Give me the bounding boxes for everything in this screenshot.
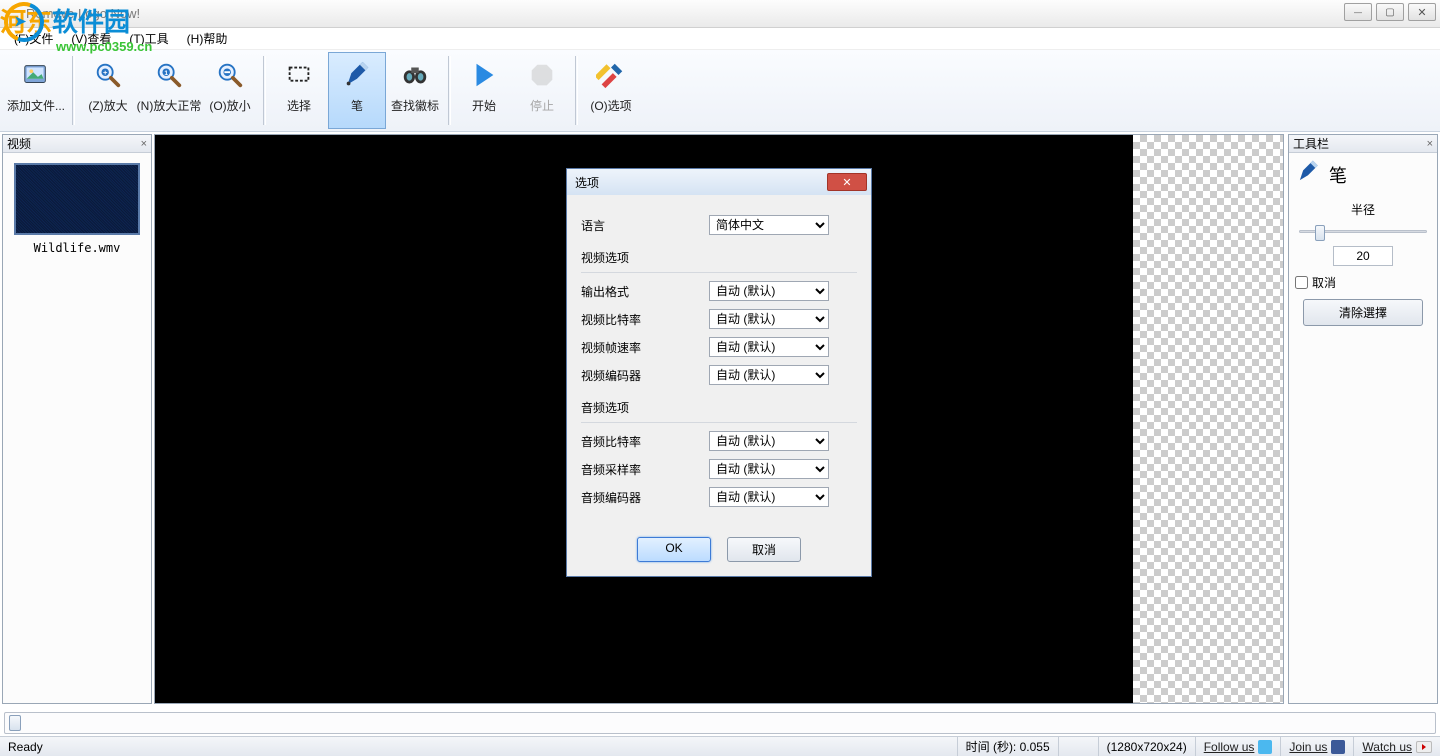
- video-bitrate-select[interactable]: 自动 (默认): [709, 309, 829, 329]
- menu-help[interactable]: (H)帮助: [181, 28, 234, 49]
- cancel-checkbox[interactable]: [1295, 276, 1308, 289]
- options-dialog: 选项 ✕ 语言 简体中文 视频选项 输出格式自动 (默认) 视频比特率自动 (默…: [566, 168, 872, 577]
- tool-panel: 工具栏 × 笔 半径 取消 清除選擇: [1288, 134, 1438, 704]
- timeline-slider[interactable]: [4, 712, 1436, 734]
- menu-view[interactable]: (V)查看: [65, 28, 117, 49]
- tool-panel-title: 工具栏: [1293, 135, 1329, 152]
- video-panel: 视频 × Wildlife.wmv: [2, 134, 152, 704]
- start-button[interactable]: 开始: [455, 52, 513, 129]
- video-panel-title: 视频: [7, 135, 31, 152]
- title-bar: Remove Logo Now!: [0, 0, 1440, 28]
- transparency-checker: [1133, 135, 1283, 703]
- video-encoder-select[interactable]: 自动 (默认): [709, 365, 829, 385]
- dialog-ok-button[interactable]: OK: [637, 537, 711, 562]
- svg-text:+: +: [103, 68, 108, 77]
- audio-bitrate-label: 音频比特率: [581, 433, 709, 450]
- select-icon: [283, 59, 315, 91]
- binoculars-icon: [399, 59, 431, 91]
- audio-samplerate-label: 音频采样率: [581, 461, 709, 478]
- zoom-out-icon: [214, 59, 246, 91]
- status-bar: Ready 时间 (秒): 0.055 (1280x720x24) Follow…: [0, 736, 1440, 756]
- youtube-icon[interactable]: [1416, 741, 1432, 753]
- tools-icon: [595, 59, 627, 91]
- video-filename: Wildlife.wmv: [9, 241, 145, 255]
- find-logo-button[interactable]: 查找徽标: [386, 52, 444, 129]
- select-tool-button[interactable]: 选择: [270, 52, 328, 129]
- tool-panel-close[interactable]: ×: [1427, 138, 1433, 150]
- video-framerate-select[interactable]: 自动 (默认): [709, 337, 829, 357]
- zoom-in-button[interactable]: + (Z)放大: [79, 52, 137, 129]
- dialog-close-button[interactable]: ✕: [827, 173, 867, 191]
- options-button[interactable]: (O)选项: [582, 52, 640, 129]
- output-format-select[interactable]: 自动 (默认): [709, 281, 829, 301]
- cancel-checkbox-row[interactable]: 取消: [1295, 274, 1431, 291]
- minimize-button[interactable]: [1344, 3, 1372, 21]
- menu-tools[interactable]: (T)工具: [123, 28, 174, 49]
- menu-bar: (F)文件 (V)查看 (T)工具 (H)帮助: [0, 28, 1440, 50]
- add-files-button[interactable]: 添加文件...: [4, 52, 68, 129]
- twitter-icon[interactable]: [1258, 740, 1272, 754]
- zoom-in-icon: +: [92, 59, 124, 91]
- video-section-header: 视频选项: [581, 249, 857, 266]
- dialog-title: 选项: [575, 174, 599, 191]
- window-title: Remove Logo Now!: [26, 6, 140, 21]
- svg-text:1: 1: [164, 70, 168, 77]
- language-label: 语言: [581, 217, 709, 234]
- pen-icon: [1295, 159, 1321, 191]
- maximize-button[interactable]: [1376, 3, 1404, 21]
- audio-section-header: 音频选项: [581, 399, 857, 416]
- join-us-link[interactable]: Join us: [1289, 740, 1327, 754]
- clear-selection-button[interactable]: 清除選擇: [1303, 299, 1423, 326]
- close-button[interactable]: [1408, 3, 1436, 21]
- radius-label: 半径: [1295, 201, 1431, 218]
- play-icon: [468, 59, 500, 91]
- zoom-normal-icon: 1: [153, 59, 185, 91]
- audio-encoder-select[interactable]: 自动 (默认): [709, 487, 829, 507]
- watch-us-link[interactable]: Watch us: [1362, 740, 1412, 754]
- toolbar: 添加文件... + (Z)放大 1 (N)放大正常 (O)放小 选择 笔 查找徽…: [0, 50, 1440, 132]
- status-ready: Ready: [0, 737, 51, 756]
- menu-file[interactable]: (F)文件: [8, 28, 59, 49]
- stop-icon: [526, 59, 558, 91]
- radius-slider[interactable]: [1297, 222, 1429, 240]
- zoom-normal-button[interactable]: 1 (N)放大正常: [137, 52, 201, 129]
- language-select[interactable]: 简体中文: [709, 215, 829, 235]
- status-resolution: (1280x720x24): [1099, 737, 1196, 756]
- audio-encoder-label: 音频编码器: [581, 489, 709, 506]
- video-panel-close[interactable]: ×: [141, 138, 147, 150]
- add-files-icon: [20, 59, 52, 91]
- pen-tool-button[interactable]: 笔: [328, 52, 386, 129]
- dialog-cancel-button[interactable]: 取消: [727, 537, 801, 562]
- follow-us-link[interactable]: Follow us: [1204, 740, 1255, 754]
- stop-button: 停止: [513, 52, 571, 129]
- pen-icon: [341, 59, 373, 91]
- audio-samplerate-select[interactable]: 自动 (默认): [709, 459, 829, 479]
- zoom-out-button[interactable]: (O)放小: [201, 52, 259, 129]
- video-framerate-label: 视频帧速率: [581, 339, 709, 356]
- radius-input[interactable]: [1333, 246, 1393, 266]
- output-format-label: 输出格式: [581, 283, 709, 300]
- video-thumbnail[interactable]: [14, 163, 140, 235]
- video-bitrate-label: 视频比特率: [581, 311, 709, 328]
- facebook-icon[interactable]: [1331, 740, 1345, 754]
- pen-label: 笔: [1329, 162, 1347, 188]
- video-encoder-label: 视频编码器: [581, 367, 709, 384]
- status-time: 时间 (秒): 0.055: [958, 737, 1059, 756]
- audio-bitrate-select[interactable]: 自动 (默认): [709, 431, 829, 451]
